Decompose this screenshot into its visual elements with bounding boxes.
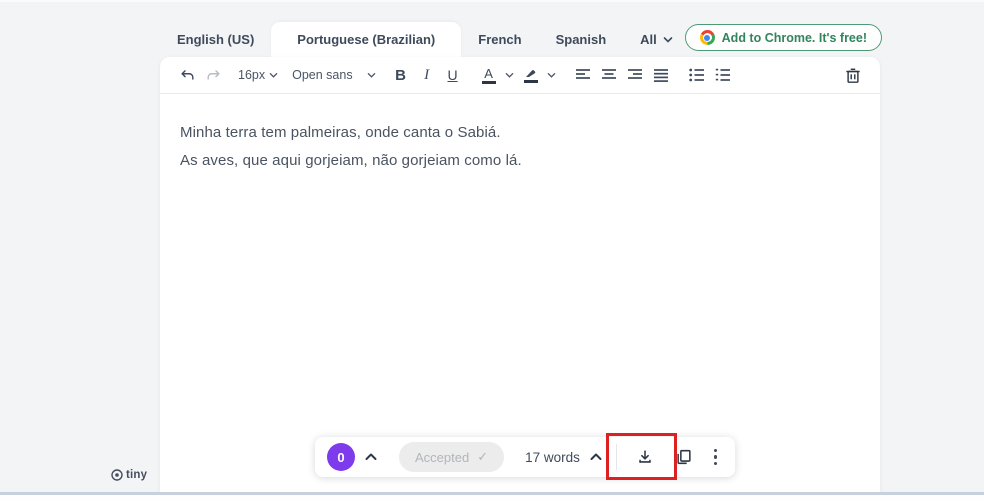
chrome-icon <box>699 30 715 45</box>
tab-french[interactable]: French <box>461 22 538 57</box>
editor-panel: 16px Open sans B I U A Minha terra tem p… <box>160 57 880 492</box>
chevron-down-icon <box>269 72 278 78</box>
delete-button[interactable] <box>840 61 866 89</box>
bold-button[interactable]: B <box>388 61 414 89</box>
redo-button[interactable] <box>200 61 226 89</box>
highlight-color-dropdown[interactable] <box>544 61 560 89</box>
word-count: 17 words <box>525 449 580 465</box>
align-left-button[interactable] <box>570 61 596 89</box>
align-center-icon <box>601 69 616 79</box>
trash-icon <box>846 68 860 83</box>
align-center-button[interactable] <box>596 61 622 89</box>
editor-paragraph: As aves, que aqui gorjeiam, não gorjeiam… <box>180 152 522 169</box>
font-family-value: Open sans <box>292 68 353 82</box>
highlighter-icon <box>523 67 538 83</box>
copy-icon <box>677 449 691 465</box>
copy-button[interactable] <box>669 442 699 472</box>
italic-button[interactable]: I <box>414 61 440 89</box>
text-color-button[interactable]: A <box>476 61 502 89</box>
bullet-list-icon <box>688 68 704 82</box>
accepted-label: Accepted <box>415 449 470 465</box>
tab-label: French <box>478 32 522 47</box>
tab-label: English (US) <box>177 32 255 47</box>
font-size-dropdown[interactable]: 16px <box>236 61 280 89</box>
justify-icon <box>653 69 668 82</box>
align-right-button[interactable] <box>622 61 648 89</box>
chevron-down-icon <box>663 35 673 45</box>
justify-button[interactable] <box>648 61 674 89</box>
tab-label: Portuguese (Brazilian) <box>297 32 436 47</box>
font-size-value: 16px <box>238 68 266 82</box>
chevron-up-icon[interactable] <box>364 450 378 464</box>
status-bar: 0 Accepted ✓ 17 words <box>315 437 736 477</box>
numbered-list-button[interactable] <box>710 61 736 89</box>
tab-label: Spanish <box>555 32 607 47</box>
tab-spanish[interactable]: Spanish <box>539 22 624 57</box>
download-icon <box>639 450 651 463</box>
page-bottom-strip <box>0 495 984 501</box>
add-to-chrome-button[interactable]: Add to Chrome. It's free! <box>684 24 882 51</box>
chevron-down-icon <box>505 72 514 78</box>
tiny-label: tiny <box>126 469 148 481</box>
tiny-branding: tiny <box>111 469 147 481</box>
editor-content[interactable]: Minha terra tem palmeiras, onde canta o … <box>160 94 880 169</box>
accepted-button[interactable]: Accepted ✓ <box>399 442 505 472</box>
divider <box>615 444 617 470</box>
font-family-dropdown[interactable]: Open sans <box>290 61 377 89</box>
download-button[interactable] <box>630 442 660 472</box>
editor-paragraph: Minha terra tem palmeiras, onde canta o … <box>180 124 501 141</box>
undo-button[interactable] <box>174 61 200 89</box>
editor-toolbar: 16px Open sans B I U A <box>160 57 880 94</box>
align-left-icon <box>575 69 590 79</box>
chevron-down-icon <box>547 72 556 78</box>
text-color-icon: A <box>481 67 496 84</box>
numbered-list-icon <box>715 68 730 81</box>
align-right-icon <box>627 69 642 79</box>
tab-all[interactable]: All <box>623 22 690 57</box>
suggestions-counter-badge[interactable]: 0 <box>327 443 355 471</box>
underline-button[interactable]: U <box>440 61 466 89</box>
check-icon: ✓ <box>477 449 489 464</box>
chevron-up-icon[interactable] <box>589 450 603 464</box>
text-color-dropdown[interactable] <box>502 61 518 89</box>
tiny-logo-icon <box>111 469 123 481</box>
bullet-list-button[interactable] <box>684 61 710 89</box>
tab-portuguese-brazilian[interactable]: Portuguese (Brazilian) <box>271 22 462 57</box>
tab-label: All <box>640 32 657 47</box>
highlight-color-button[interactable] <box>518 61 544 89</box>
add-to-chrome-label: Add to Chrome. It's free! <box>721 30 867 45</box>
tab-english-us[interactable]: English (US) <box>160 22 271 57</box>
chevron-down-icon <box>367 72 375 78</box>
more-options-button[interactable] <box>708 448 724 466</box>
